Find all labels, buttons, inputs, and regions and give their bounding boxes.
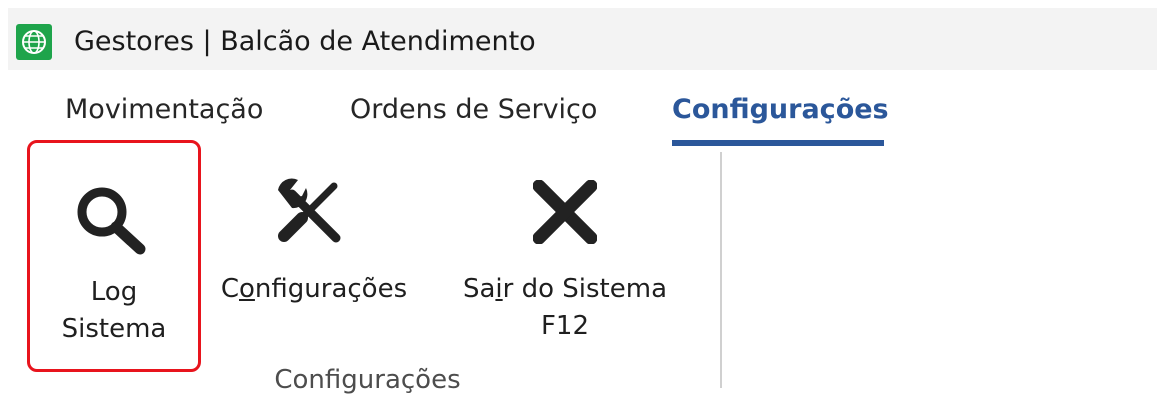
label-line-1: Sair do Sistema [452,271,678,308]
tab-movimentacao[interactable]: Movimentação [65,92,263,128]
title-separator: | [202,26,212,57]
sair-do-sistema-label: Sair do Sistema F12 [452,271,678,345]
close-x-icon [532,179,598,248]
ribbon-group-label: Configurações [274,365,461,395]
module-title: Balcão de Atendimento [220,26,536,57]
accelerator-key: o [239,274,255,304]
label-suffix: nfigurações [254,274,408,304]
label-line-1: Configurações [206,271,422,308]
label-prefix: C [220,274,239,304]
window-title: Gestores | Balcão de Atendimento [74,25,536,59]
log-sistema-button[interactable]: Log Sistema [27,140,201,372]
configuracoes-label: Configurações [206,271,422,308]
accelerator-key: i [495,274,503,304]
tab-configuracoes[interactable]: Configurações [672,92,889,128]
shortcut-label: F12 [540,311,590,341]
tab-ordens-de-servico[interactable]: Ordens de Serviço [350,92,597,128]
globe-grid-icon [16,24,52,60]
label-line-2: Sistema [61,314,167,344]
log-sistema-label: Log Sistema [30,274,198,348]
configuracoes-button[interactable]: Configurações [206,160,422,370]
label-prefix: Sa [462,274,496,304]
wrench-screwdriver-icon [272,178,352,254]
group-separator [720,152,722,388]
magnifier-icon [72,183,154,263]
active-tab-indicator [672,140,884,146]
label-line-1: Log [90,277,138,307]
title-bar: Gestores | Balcão de Atendimento [8,8,1157,70]
sair-do-sistema-button[interactable]: Sair do Sistema F12 [452,160,678,370]
label-suffix: r do Sistema [502,274,668,304]
app-name: Gestores [74,26,194,57]
